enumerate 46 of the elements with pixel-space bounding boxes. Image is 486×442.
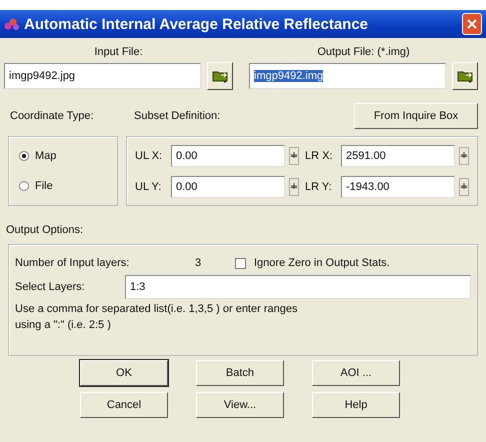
close-button[interactable] xyxy=(462,13,482,35)
file-label: Output File: (*.img) xyxy=(316,45,411,60)
checkbox[interactable] xyxy=(235,258,246,268)
dialog-button[interactable]: Batch xyxy=(196,360,284,386)
file-field[interactable]: imgp9492.jpg xyxy=(4,63,201,89)
number-field[interactable]: 0.00 xyxy=(171,144,285,166)
field-label: UL Y: xyxy=(135,180,162,192)
section-label: Output Options: xyxy=(6,224,84,238)
radio-button[interactable] xyxy=(19,181,29,191)
field-label: LR Y: xyxy=(305,180,333,192)
radio-label: File xyxy=(35,180,53,192)
dialog-button[interactable]: OK xyxy=(80,360,168,386)
close-icon xyxy=(467,19,477,29)
checkbox-label: Ignore Zero in Output Stats. xyxy=(254,257,390,269)
number-field[interactable]: 0.00 xyxy=(171,176,285,198)
inquire-box-button[interactable]: From Inquire Box xyxy=(354,103,478,129)
field-label: LR X: xyxy=(305,150,334,162)
layer-count: 3 xyxy=(195,257,202,269)
file-label: Input File: xyxy=(93,45,144,60)
spinner-icon[interactable] xyxy=(459,178,469,196)
radio-button[interactable] xyxy=(19,151,29,161)
field-label: Select Layers: xyxy=(15,281,86,293)
window-title: Automatic Internal Average Relative Reflectance xyxy=(24,16,370,32)
layers-field[interactable]: 1:3 xyxy=(125,275,471,299)
browse-button[interactable] xyxy=(452,62,478,90)
app-icon xyxy=(4,17,20,31)
number-field[interactable]: 2591.00 xyxy=(341,144,455,166)
spinner-icon[interactable] xyxy=(459,146,469,164)
file-field[interactable]: imgp9492.img xyxy=(249,63,446,89)
radio-label: Map xyxy=(35,150,56,162)
dialog-button[interactable]: Cancel xyxy=(80,392,168,418)
spinner-icon[interactable] xyxy=(289,178,299,196)
dialog-button[interactable]: View... xyxy=(196,392,284,418)
number-field[interactable]: -1943.00 xyxy=(341,176,455,198)
hint-text: Use a comma for separated list(i.e. 1,3,5 ) or enter ranges xyxy=(15,303,298,315)
browse-button[interactable] xyxy=(207,62,233,90)
spinner-icon[interactable] xyxy=(289,146,299,164)
folder-icon xyxy=(212,69,228,83)
section-label: Subset Definition: xyxy=(134,110,222,122)
dialog-button[interactable]: AOI ... xyxy=(312,360,400,386)
field-label: Number of Input layers: xyxy=(15,257,130,269)
section-label: Coordinate Type: xyxy=(9,110,95,122)
dialog-button[interactable]: Help xyxy=(312,392,400,418)
field-label: UL X: xyxy=(135,150,164,162)
hint-text: using a ":" (i.e. 2:5 ) xyxy=(15,319,112,331)
folder-icon xyxy=(457,69,473,83)
